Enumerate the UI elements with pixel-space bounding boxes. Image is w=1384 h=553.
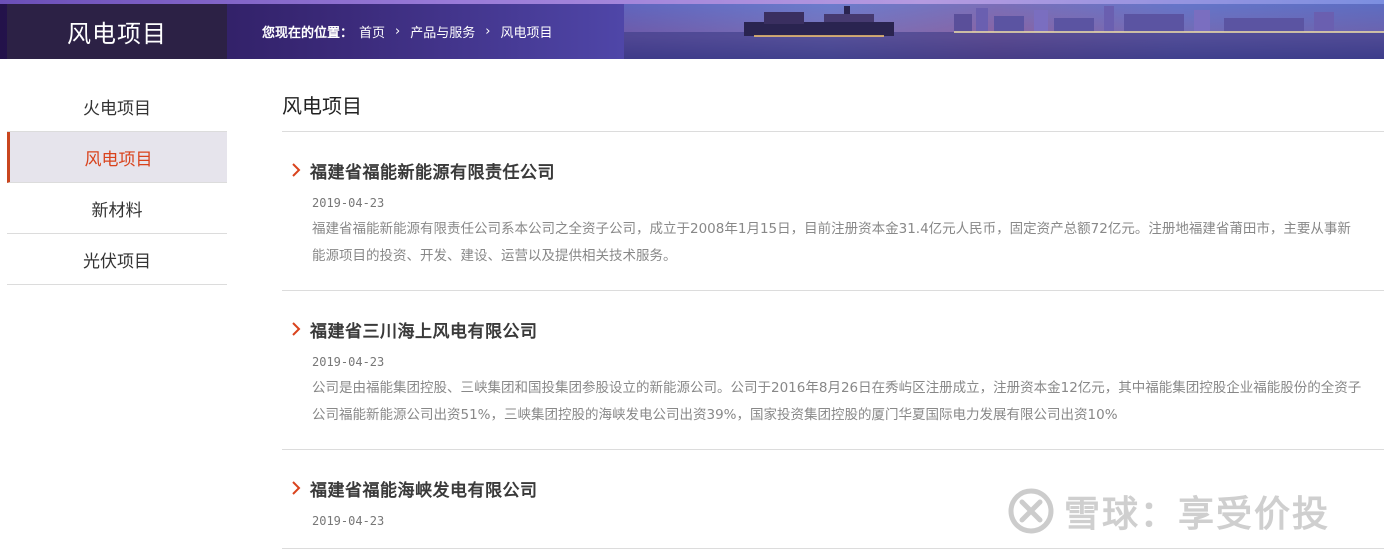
section-title: 风电项目 xyxy=(282,80,1384,132)
snowball-logo-icon xyxy=(1008,488,1054,534)
breadcrumb-home-link[interactable]: 首页 xyxy=(359,22,385,41)
sidebar-item-thermal-power[interactable]: 火电项目 xyxy=(7,81,227,132)
chevron-right-icon xyxy=(286,160,306,180)
list-item: 福建省三川海上风电有限公司 2019-04-23 公司是由福能集团控股、三峡集团… xyxy=(282,291,1384,450)
list-item-header: 福建省福能新能源有限责任公司 xyxy=(282,158,1384,183)
page-title-box: 风电项目 xyxy=(7,4,227,59)
page-banner: 风电项目 您现在的位置： 首页 › 产品与服务 › 风电项目 xyxy=(0,0,1384,59)
sidebar-item-solar-power[interactable]: 光伏项目 xyxy=(7,234,227,285)
breadcrumb: 您现在的位置： 首页 › 产品与服务 › 风电项目 xyxy=(262,22,552,41)
list-item-description: 公司是由福能集团控股、三峡集团和国投集团参股设立的新能源公司。公司于2016年8… xyxy=(312,380,1362,423)
list-item: 福建省福能新能源有限责任公司 2019-04-23 福建省福能新能源有限责任公司… xyxy=(282,132,1384,291)
breadcrumb-current-link[interactable]: 风电项目 xyxy=(500,22,552,41)
sidebar-nav: 火电项目 风电项目 新材料 光伏项目 xyxy=(7,81,227,285)
sidebar-item-new-materials[interactable]: 新材料 xyxy=(7,183,227,234)
sidebar-item-wind-power[interactable]: 风电项目 xyxy=(7,132,227,183)
page-title: 风电项目 xyxy=(67,20,167,48)
list-item-date: 2019-04-23 xyxy=(312,355,385,369)
sidebar-item-label: 光伏项目 xyxy=(83,251,151,272)
list-item-header: 福建省三川海上风电有限公司 xyxy=(282,317,1384,342)
main-content: 风电项目 福建省福能新能源有限责任公司 2019-04-23 福建省福能新能源有… xyxy=(282,80,1384,549)
breadcrumb-separator-icon: › xyxy=(485,24,491,39)
breadcrumb-products-link[interactable]: 产品与服务 xyxy=(410,22,475,41)
list-item-description: 福建省福能新能源有限责任公司系本公司之全资子公司，成立于2008年1月15日，目… xyxy=(312,221,1351,264)
list-item-date: 2019-04-23 xyxy=(312,196,385,210)
watermark: 雪球：享受价投 xyxy=(1008,485,1330,537)
breadcrumb-separator-icon: › xyxy=(395,24,401,39)
list-item-title-link[interactable]: 福建省三川海上风电有限公司 xyxy=(310,317,538,342)
watermark-text: 雪球：享受价投 xyxy=(1064,494,1331,535)
list-item-title-link[interactable]: 福建省福能新能源有限责任公司 xyxy=(310,158,555,183)
breadcrumb-prefix: 您现在的位置： xyxy=(262,26,354,41)
sidebar-item-label: 火电项目 xyxy=(83,98,151,119)
banner-cityscape-image xyxy=(624,4,1384,59)
sidebar-item-label: 新材料 xyxy=(91,200,143,221)
chevron-right-icon xyxy=(286,478,306,498)
sidebar-item-label: 风电项目 xyxy=(84,149,153,170)
list-item-title-link[interactable]: 福建省福能海峡发电有限公司 xyxy=(310,476,538,501)
chevron-right-icon xyxy=(286,319,306,339)
